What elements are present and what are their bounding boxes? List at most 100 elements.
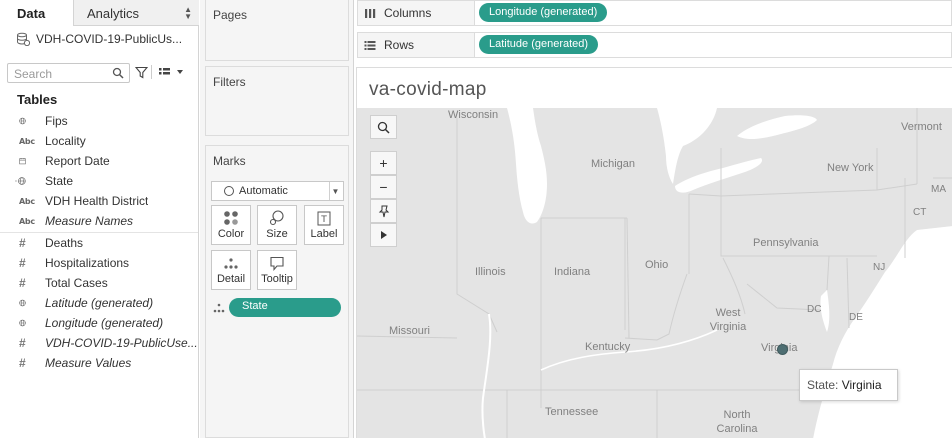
filter-icon[interactable]: [134, 64, 148, 80]
map-label-ma: MA: [931, 184, 946, 195]
map-label-north-carolina: North Carolina: [716, 409, 758, 435]
zoom-out-button[interactable]: −: [370, 175, 397, 199]
tooltip-button[interactable]: Tooltip: [257, 250, 297, 290]
field-vdh-health-district[interactable]: Abc VDH Health District: [0, 191, 198, 211]
columns-icon: [365, 9, 376, 18]
globe-icon: [0, 111, 26, 131]
field-state[interactable]: State: [0, 171, 198, 191]
detail-button[interactable]: Detail: [211, 250, 251, 290]
measure-hash-icon: #: [19, 276, 26, 290]
zoom-in-button[interactable]: +: [370, 151, 397, 175]
map-label-west-virginia: West Virginia: [709, 307, 747, 333]
data-pane: Data Analytics ▲ ▼ VDH-COVID-19-PublicUs.…: [0, 0, 199, 438]
map-search-button[interactable]: [370, 115, 397, 139]
field-deaths[interactable]: # Deaths: [0, 233, 198, 253]
minus-icon: −: [379, 179, 388, 195]
measure-hash-icon: #: [19, 356, 26, 370]
data-source-row[interactable]: VDH-COVID-19-PublicUs...: [16, 30, 194, 48]
chesapeake-bay: [820, 290, 830, 332]
rows-label: Rows: [384, 38, 415, 52]
tab-analytics-label: Analytics: [87, 6, 140, 21]
expand-toolbar-button[interactable]: [370, 223, 397, 247]
map-label-michigan: Michigan: [591, 158, 636, 170]
measure-hash-icon: #: [19, 336, 26, 350]
field-label: VDH Health District: [45, 194, 149, 208]
pane-tabs: Data Analytics ▲ ▼: [0, 0, 199, 26]
rows-shelf: Rows Latitude (generated): [357, 32, 952, 58]
field-fips[interactable]: Fips: [0, 111, 198, 131]
string-type-icon: Abc: [19, 196, 35, 206]
map-label-de: DE: [849, 312, 863, 323]
latitude-pill[interactable]: Latitude (generated): [479, 35, 599, 54]
pages-card[interactable]: Pages: [205, 0, 349, 61]
label-button[interactable]: T Label: [304, 205, 344, 245]
size-button[interactable]: Size: [257, 205, 297, 245]
detail-dots-icon: [213, 303, 225, 313]
text-label-icon: T: [305, 206, 343, 228]
label-label: Label: [310, 228, 338, 240]
map-label-indiana: Indiana: [554, 266, 591, 278]
field-label: Hospitalizations: [45, 256, 130, 270]
virginia-mark[interactable]: [777, 344, 788, 355]
string-type-icon: Abc: [19, 136, 35, 146]
toolbar-divider: [151, 65, 152, 79]
view-options-icon[interactable]: [157, 64, 185, 80]
color-label: Color: [217, 228, 245, 240]
sort-arrows-icon: ▲ ▼: [184, 5, 192, 21]
rows-icon: [364, 41, 376, 50]
filters-card[interactable]: Filters: [205, 66, 349, 136]
field-hospitalizations[interactable]: # Hospitalizations: [0, 253, 198, 273]
map-label-nj: NJ: [873, 262, 886, 273]
marks-card: Marks Automatic ▼ Color Size T Label Det…: [205, 145, 349, 438]
map-label-ohio: Ohio: [645, 259, 669, 271]
field-locality[interactable]: Abc Locality: [0, 131, 198, 151]
map-label-kentucky: Kentucky: [585, 341, 631, 353]
map-label-wisconsin: Wisconsin: [448, 109, 499, 121]
string-type-icon: Abc: [19, 216, 35, 226]
mark-type-value: Automatic: [239, 185, 288, 197]
map-label-tennessee: Tennessee: [545, 406, 599, 418]
plus-icon: +: [379, 155, 388, 171]
data-source-icon: [17, 32, 30, 46]
field-label: Measure Values: [45, 356, 132, 370]
field-latitude-generated[interactable]: Latitude (generated): [0, 293, 198, 313]
tooltip-key: State:: [807, 378, 839, 392]
tab-analytics[interactable]: Analytics ▲ ▼: [73, 0, 199, 26]
map[interactable]: Wisconsin Michigan Vermont New York MA C…: [357, 108, 952, 438]
field-label: Locality: [45, 134, 86, 148]
field-longitude-generated[interactable]: Longitude (generated): [0, 313, 198, 333]
tooltip-label: Tooltip: [261, 273, 293, 285]
mississippi-river: [481, 313, 492, 438]
pin-icon: [378, 205, 389, 217]
map-label-vermont: Vermont: [901, 121, 942, 133]
marks-card-title: Marks: [213, 154, 246, 168]
field-measure-names[interactable]: Abc Measure Names: [0, 211, 198, 231]
size-icon: [258, 206, 296, 228]
field-label: Longitude (generated): [45, 316, 164, 330]
play-arrow-icon: [380, 231, 387, 239]
search-icon: [377, 121, 390, 134]
color-button[interactable]: Color: [211, 205, 251, 245]
search-icon: [112, 67, 124, 79]
filters-card-title: Filters: [213, 75, 246, 89]
columns-shelf-label: Columns: [358, 1, 475, 25]
state-detail-pill[interactable]: State: [229, 298, 341, 317]
mark-type-select[interactable]: Automatic ▼: [211, 181, 344, 201]
search-input[interactable]: Search: [7, 63, 130, 83]
globe-icon: [0, 313, 26, 333]
map-label-pennsylvania: Pennsylvania: [753, 237, 819, 249]
tab-data[interactable]: Data: [0, 0, 73, 26]
pin-map-button[interactable]: [370, 199, 397, 223]
chevron-down-icon: ▼: [329, 182, 341, 200]
field-label: Latitude (generated): [45, 296, 154, 310]
columns-label: Columns: [384, 6, 432, 20]
color-dots-icon: [212, 206, 250, 228]
field-report-date[interactable]: Report Date: [0, 151, 198, 171]
columns-shelf: Columns Longitude (generated): [357, 0, 952, 26]
rows-shelf-label: Rows: [358, 33, 475, 57]
cards-area: Pages Filters Marks Automatic ▼ Color Si…: [200, 0, 354, 438]
field-measure-values[interactable]: # Measure Values: [0, 353, 198, 373]
field-record-count[interactable]: # VDH-COVID-19-PublicUse...: [0, 333, 198, 353]
field-total-cases[interactable]: # Total Cases: [0, 273, 198, 293]
longitude-pill[interactable]: Longitude (generated): [479, 3, 608, 22]
